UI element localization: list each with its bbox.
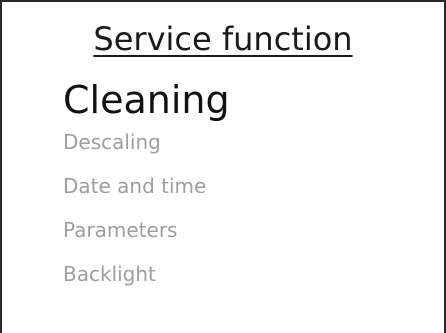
menu-item-backlight[interactable]: Backlight bbox=[63, 262, 230, 286]
menu-item-date-and-time[interactable]: Date and time bbox=[63, 174, 230, 198]
service-menu-list: Cleaning Descaling Date and time Paramet… bbox=[63, 74, 230, 306]
service-menu-screen: Service function Cleaning Descaling Date… bbox=[0, 0, 446, 333]
menu-item-descaling[interactable]: Descaling bbox=[63, 130, 230, 154]
menu-item-cleaning[interactable]: Cleaning bbox=[63, 74, 230, 126]
menu-item-parameters[interactable]: Parameters bbox=[63, 218, 230, 242]
screen-title: Service function bbox=[93, 20, 353, 58]
